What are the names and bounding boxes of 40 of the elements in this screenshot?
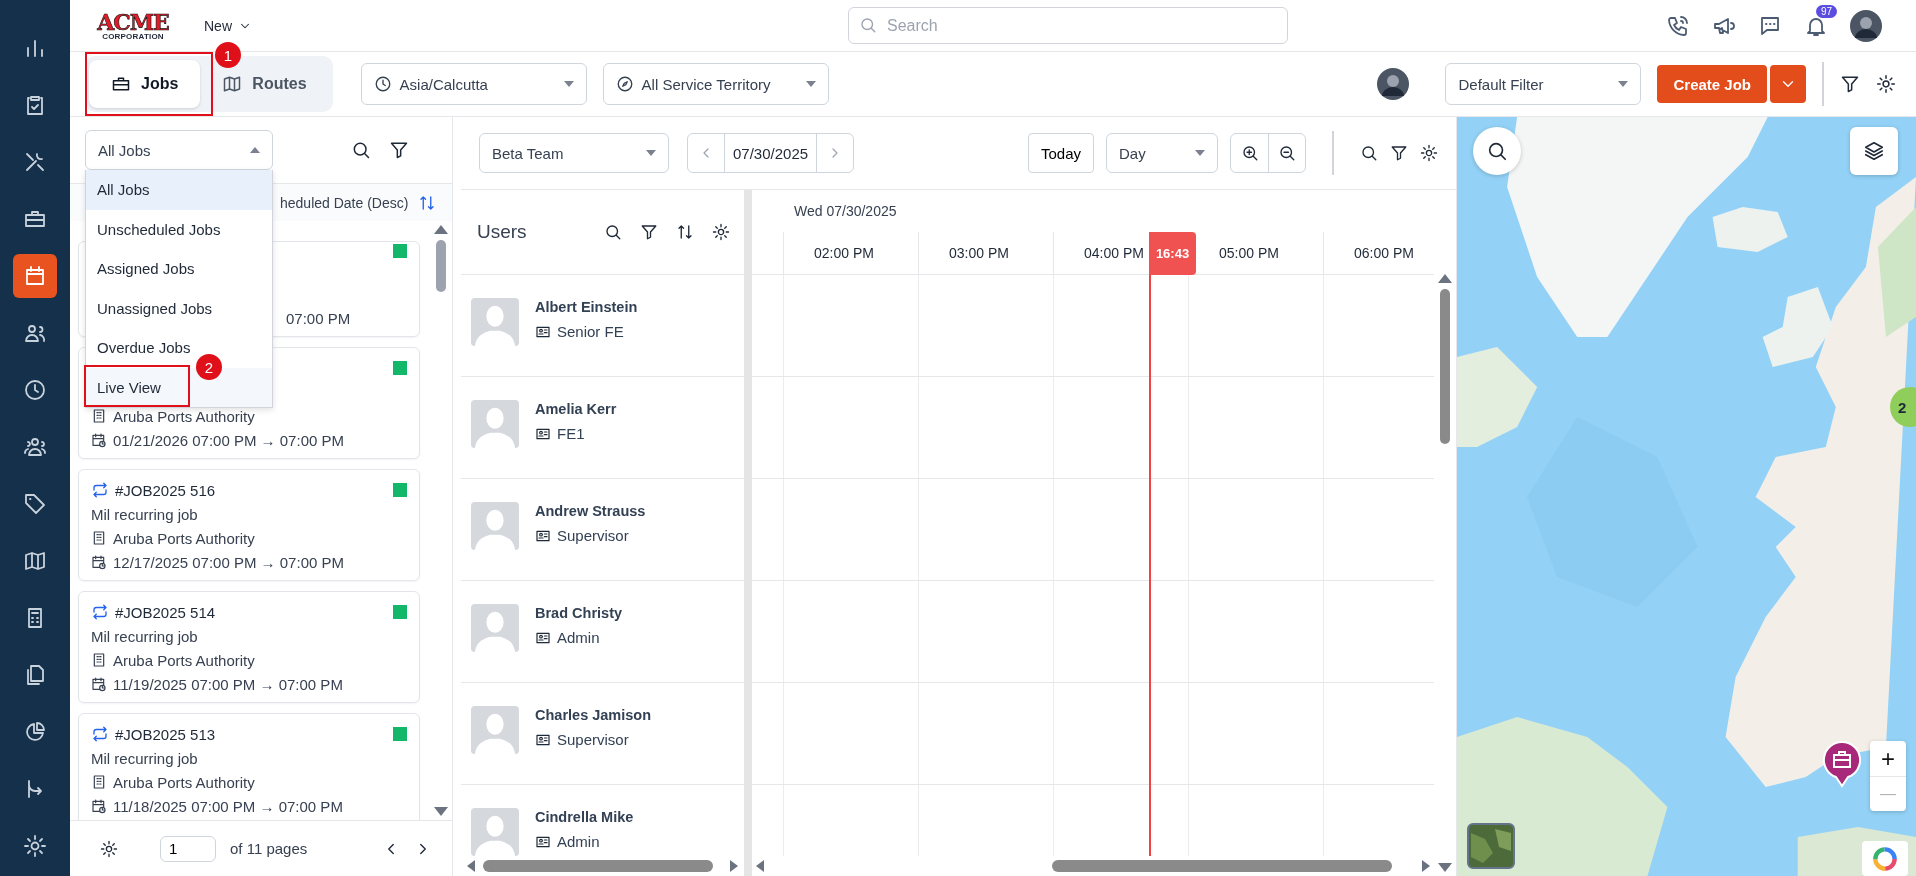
hour-label: 04:00 PM bbox=[1084, 245, 1144, 261]
user-name: Andrew Strauss bbox=[535, 503, 646, 519]
current-time-badge: 16:43 bbox=[1149, 232, 1196, 275]
job-date: 07:00 PM bbox=[286, 309, 351, 327]
user-name: Brad Christy bbox=[535, 605, 623, 621]
job-title: Mil recurring job bbox=[91, 627, 198, 645]
job-date: 01/21/2026 07:00 PM → 07:00 PM bbox=[113, 431, 344, 449]
notification-count: 97 bbox=[1816, 4, 1838, 18]
job-date: 11/18/2025 07:00 PM → 07:00 PM bbox=[113, 797, 343, 815]
users-title: Users bbox=[477, 221, 528, 243]
job-title: Mil recurring job bbox=[91, 505, 198, 523]
hour-label: 06:00 PM bbox=[1354, 245, 1414, 261]
hour-label: 05:00 PM bbox=[1219, 245, 1279, 261]
company-name: Aruba Ports Authority bbox=[113, 407, 255, 425]
user-role: Admin bbox=[557, 629, 600, 646]
hour-label: 03:00 PM bbox=[949, 245, 1009, 261]
day-label: Wed 07/30/2025 bbox=[794, 203, 897, 219]
user-role: Supervisor bbox=[557, 731, 629, 748]
page-count: of 11 pages bbox=[230, 840, 309, 857]
step-badge: 1 bbox=[215, 42, 241, 68]
user-name: Charles Jamison bbox=[535, 707, 652, 723]
user-role: Supervisor bbox=[557, 527, 629, 544]
user-role: Senior FE bbox=[557, 323, 624, 340]
job-date: 11/19/2025 07:00 PM → 07:00 PM bbox=[113, 675, 343, 693]
user-name: Albert Einstein bbox=[535, 299, 638, 315]
user-name: Cindrella Mike bbox=[535, 809, 634, 825]
job-number: #JOB2025 513 bbox=[115, 725, 216, 743]
job-number: #JOB2025 516 bbox=[115, 481, 216, 499]
company-name: Aruba Ports Authority bbox=[113, 651, 255, 669]
user-name: Amelia Kerr bbox=[535, 401, 617, 417]
job-date: 12/17/2025 07:00 PM → 07:00 PM bbox=[113, 553, 344, 571]
step-badge: 2 bbox=[196, 354, 222, 380]
hour-label: 02:00 PM bbox=[814, 245, 874, 261]
company-name: Aruba Ports Authority bbox=[113, 529, 255, 547]
job-title: Mil recurring job bbox=[91, 749, 198, 767]
user-role: FE1 bbox=[557, 425, 585, 442]
brand-logo: ACME CORPORATION bbox=[96, 10, 170, 41]
company-name: Aruba Ports Authority bbox=[113, 773, 255, 791]
job-number: #JOB2025 514 bbox=[115, 603, 216, 621]
user-role: Admin bbox=[557, 833, 600, 850]
